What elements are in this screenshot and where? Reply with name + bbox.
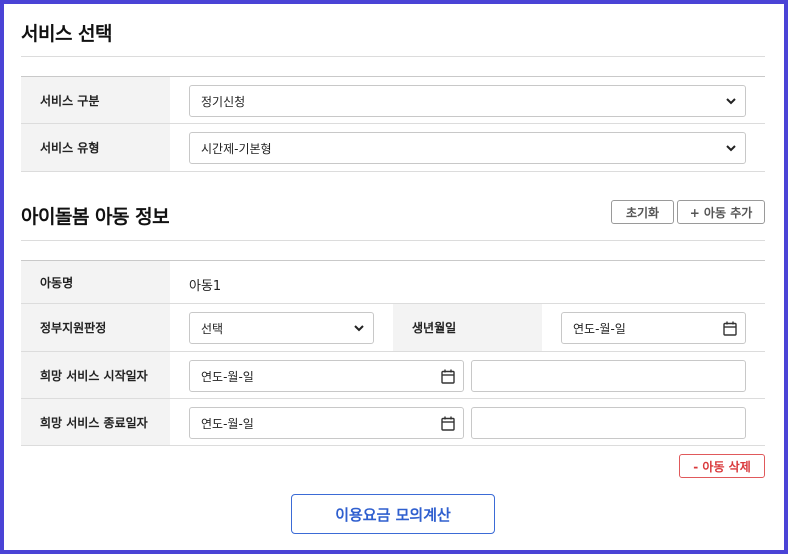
chevron-down-icon — [354, 325, 364, 332]
add-child-button[interactable]: + 아동 추가 — [677, 200, 765, 224]
divider — [21, 56, 765, 57]
gov-support-row: 정부지원판정 선택 생년월일 연도-월-일 — [21, 304, 765, 352]
service-category-value: 정기신청 — [201, 94, 246, 109]
start-date-input[interactable]: 연도-월-일 — [189, 360, 464, 392]
gov-support-label: 정부지원판정 — [21, 304, 170, 351]
calendar-icon[interactable] — [723, 321, 737, 336]
service-type-select[interactable]: 시간제-기본형 — [189, 132, 746, 164]
window-frame: 서비스 선택 서비스 구분 정기신청 서비스 유형 시간제-기본형 아이돌봄 아… — [0, 0, 788, 554]
end-date-input[interactable]: 연도-월-일 — [189, 407, 464, 439]
child-name-label: 아동명 — [21, 261, 170, 303]
end-date-label: 희망 서비스 종료일자 — [21, 399, 170, 445]
start-date-placeholder: 연도-월-일 — [201, 369, 254, 384]
birth-date-label: 생년월일 — [393, 304, 542, 351]
start-date-label: 희망 서비스 시작일자 — [21, 352, 170, 398]
service-category-select[interactable]: 정기신청 — [189, 85, 746, 117]
service-category-label: 서비스 구분 — [21, 77, 170, 123]
calendar-icon[interactable] — [441, 369, 455, 384]
birth-date-placeholder: 연도-월-일 — [573, 321, 626, 336]
service-type-label: 서비스 유형 — [21, 124, 170, 171]
service-section-title: 서비스 선택 — [21, 23, 113, 45]
divider — [21, 240, 765, 241]
child-name-row: 아동명 아동1 — [21, 261, 765, 304]
gov-support-select[interactable]: 선택 — [189, 312, 374, 344]
start-time-input[interactable] — [471, 360, 746, 392]
calculate-fee-button[interactable]: 이용요금 모의계산 — [291, 494, 495, 534]
end-date-row: 희망 서비스 종료일자 연도-월-일 — [21, 399, 765, 446]
service-category-row: 서비스 구분 정기신청 — [21, 77, 765, 124]
birth-date-input[interactable]: 연도-월-일 — [561, 312, 746, 344]
gov-support-value: 선택 — [201, 321, 224, 336]
start-date-row: 희망 서비스 시작일자 연도-월-일 — [21, 352, 765, 399]
service-type-row: 서비스 유형 시간제-기본형 — [21, 124, 765, 172]
delete-child-button[interactable]: - 아동 삭제 — [679, 454, 765, 478]
reset-button[interactable]: 초기화 — [611, 200, 674, 224]
end-time-input[interactable] — [471, 407, 746, 439]
child-section-title: 아이돌봄 아동 정보 — [21, 206, 170, 228]
service-type-value: 시간제-기본형 — [201, 141, 272, 156]
calendar-icon[interactable] — [441, 416, 455, 431]
end-date-placeholder: 연도-월-일 — [201, 416, 254, 431]
child-name-value: 아동1 — [189, 279, 222, 294]
chevron-down-icon — [726, 98, 736, 105]
chevron-down-icon — [726, 145, 736, 152]
